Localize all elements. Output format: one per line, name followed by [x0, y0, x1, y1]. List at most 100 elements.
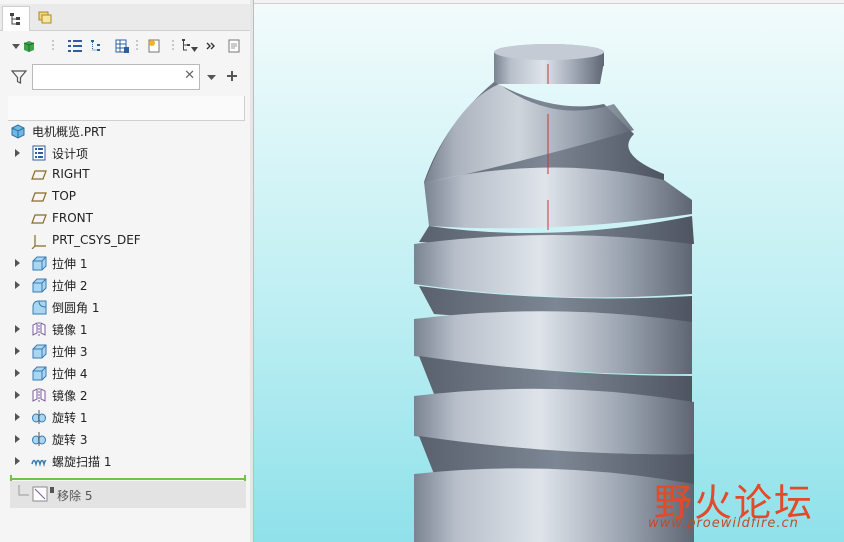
tree-item-helical-sweep-1[interactable]: 螺旋扫描 1	[0, 450, 250, 472]
tree-item-label: 旋转 1	[52, 411, 88, 425]
search-dropdown-icon[interactable]	[207, 74, 216, 81]
tree-item-label: 镜像 2	[52, 389, 88, 403]
tree-item-mirror-2[interactable]: 镜像 2	[0, 384, 250, 406]
datum-plane-icon	[31, 170, 47, 180]
extrude-icon	[32, 366, 47, 381]
tree-item-revolve-1[interactable]: 旋转 1	[0, 406, 250, 428]
tab-model-tree[interactable]	[2, 6, 30, 31]
list-icon	[68, 40, 82, 52]
double-chevron-right-icon	[206, 42, 215, 50]
tree-item-label: 拉伸 1	[52, 257, 88, 271]
notes-button[interactable]	[224, 36, 244, 56]
tree-item-label: 旋转 3	[52, 433, 88, 447]
expand-arrow-icon[interactable]	[15, 347, 20, 355]
expand-arrow-icon[interactable]	[15, 149, 20, 157]
tree-item-right[interactable]: RIGHT	[0, 164, 250, 186]
tree-filter-icon	[182, 39, 198, 52]
tree-item-label: FRONT	[52, 211, 93, 225]
tree-root-label: 电机概览.PRT	[32, 125, 106, 139]
tree-columns-button[interactable]	[66, 36, 84, 56]
insert-here-marker[interactable]	[10, 475, 246, 483]
table-icon	[115, 39, 129, 53]
separator-icon	[172, 40, 174, 52]
revolve-icon	[32, 432, 46, 446]
tree-item-label: 拉伸 2	[52, 279, 88, 293]
tree-filters-button[interactable]	[88, 36, 106, 56]
tree-item-label: 螺旋扫描 1	[52, 455, 112, 469]
tree-header-area	[8, 96, 245, 121]
tree-item-mirror-1[interactable]: 镜像 1	[0, 318, 250, 340]
csys-icon	[31, 235, 46, 249]
settings-button[interactable]	[144, 36, 164, 56]
screw-model[interactable]	[254, 4, 844, 542]
extrude-icon	[32, 256, 47, 271]
watermark-url: www.proewildfire.cn	[648, 516, 799, 531]
chevron-down-icon	[12, 44, 20, 49]
tree-item-csys[interactable]: PRT_CSYS_DEF	[0, 230, 250, 252]
tree-item-label: RIGHT	[52, 167, 90, 181]
tree-item-remove-5[interactable]: 移除 5	[10, 481, 246, 508]
search-row: ✕	[0, 62, 250, 94]
model-tree-icon	[10, 13, 20, 25]
notes-icon	[228, 39, 240, 53]
toolbar-separator	[50, 36, 56, 56]
datum-plane-icon	[31, 214, 47, 224]
part-icon	[11, 124, 25, 139]
expand-arrow-icon[interactable]	[15, 457, 20, 465]
tab-layers[interactable]	[32, 6, 58, 30]
tree-item-extrude-1[interactable]: 拉伸 1	[0, 252, 250, 274]
mirror-icon	[32, 388, 46, 402]
search-box: ✕	[32, 64, 200, 90]
tree-item-round-1[interactable]: 倒圆角 1	[0, 296, 250, 318]
expand-arrow-icon[interactable]	[15, 435, 20, 443]
display-style-button[interactable]	[10, 36, 38, 56]
expand-arrow-icon[interactable]	[15, 369, 20, 377]
expand-arrow-icon[interactable]	[15, 413, 20, 421]
show-table-button[interactable]	[112, 36, 132, 56]
expand-arrow-icon[interactable]	[15, 259, 20, 267]
tree-list-icon	[91, 40, 100, 51]
tree-item-top[interactable]: TOP	[0, 186, 250, 208]
tree-toolbar	[0, 32, 250, 60]
round-icon	[32, 300, 47, 315]
datum-plane-icon	[31, 192, 47, 202]
tree-root[interactable]: 电机概览.PRT	[0, 120, 250, 142]
branch-line-icon	[18, 485, 29, 496]
tree-item-label: PRT_CSYS_DEF	[52, 233, 141, 247]
expand-arrow-icon[interactable]	[15, 325, 20, 333]
panel-tabbar	[0, 4, 250, 31]
helical-sweep-icon	[31, 459, 47, 468]
tree-item-design-items[interactable]: 设计项	[0, 142, 250, 164]
document-star-icon	[148, 39, 160, 53]
tree-item-revolve-3[interactable]: 旋转 3	[0, 428, 250, 450]
more-tools-button[interactable]	[204, 36, 218, 56]
tree-item-label: TOP	[52, 189, 77, 203]
tree-item-label: 镜像 1	[52, 323, 88, 337]
tree-item-extrude-2[interactable]: 拉伸 2	[0, 274, 250, 296]
layers-icon	[38, 11, 52, 24]
green-cube-icon	[23, 41, 35, 52]
graphics-viewport[interactable]	[254, 4, 844, 542]
tree-item-front[interactable]: FRONT	[0, 208, 250, 230]
revolve-icon	[32, 410, 46, 424]
suppressed-marker-icon	[50, 487, 54, 493]
tree-item-label: 倒圆角 1	[52, 301, 100, 315]
remove-feature-icon	[32, 486, 48, 502]
clear-icon[interactable]: ✕	[184, 68, 195, 83]
search-input[interactable]	[36, 65, 180, 89]
toolbar-separator	[170, 36, 176, 56]
extrude-icon	[32, 278, 47, 293]
tree-item-label: 设计项	[52, 147, 89, 161]
expand-arrow-icon[interactable]	[15, 391, 20, 399]
tree-item-label: 拉伸 4	[52, 367, 88, 381]
tree-item-label: 拉伸 3	[52, 345, 88, 359]
tree-item-extrude-4[interactable]: 拉伸 4	[0, 362, 250, 384]
model-tree-panel: ✕ 电机概览.PRT 设计项 RIGHT TOP FRONT PRT_CSYS_…	[0, 0, 251, 542]
add-icon[interactable]	[226, 70, 238, 82]
expand-arrow-icon[interactable]	[15, 281, 20, 289]
tree-filter-dropdown-button[interactable]	[180, 36, 200, 56]
tree-item-extrude-3[interactable]: 拉伸 3	[0, 340, 250, 362]
filter-icon[interactable]	[11, 69, 27, 85]
separator-icon	[52, 40, 54, 52]
toolbar-separator	[134, 36, 140, 56]
